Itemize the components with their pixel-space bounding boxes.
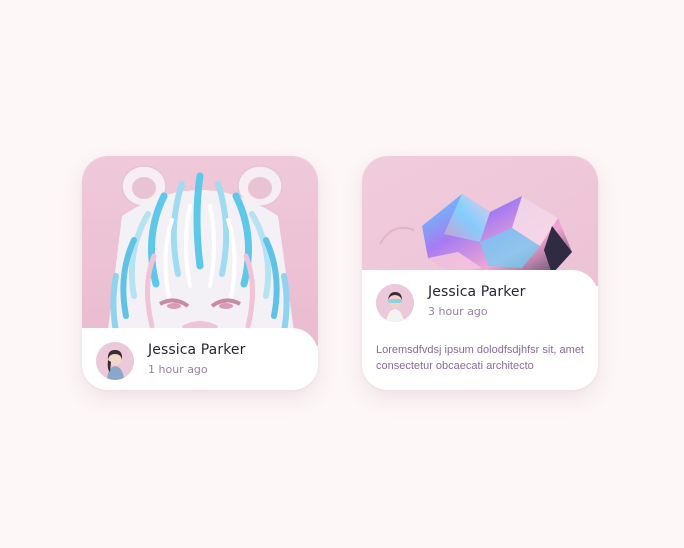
author-avatar[interactable] bbox=[376, 284, 414, 322]
post-card-1[interactable]: Jessica Parker 1 hour ago bbox=[82, 156, 318, 390]
post-time: 3 hour ago bbox=[428, 305, 488, 318]
card-info-panel: Jessica Parker 3 hour ago Loremsdfvdsj i… bbox=[362, 270, 598, 390]
card-gallery: Jessica Parker 1 hour ago Jessica Parker… bbox=[0, 0, 684, 548]
author-avatar[interactable] bbox=[96, 342, 134, 380]
author-name[interactable]: Jessica Parker bbox=[428, 284, 525, 300]
post-description: Loremsdfvdsj ipsum dolodfsdjhfsr sit, am… bbox=[376, 344, 584, 372]
author-name[interactable]: Jessica Parker bbox=[148, 342, 245, 358]
post-time: 1 hour ago bbox=[148, 363, 208, 376]
sculpture-art-image bbox=[362, 156, 598, 286]
card-info-panel: Jessica Parker 1 hour ago bbox=[82, 328, 318, 390]
post-card-2[interactable]: Jessica Parker 3 hour ago Loremsdfvdsj i… bbox=[362, 156, 598, 390]
tiger-art-image bbox=[82, 156, 318, 346]
